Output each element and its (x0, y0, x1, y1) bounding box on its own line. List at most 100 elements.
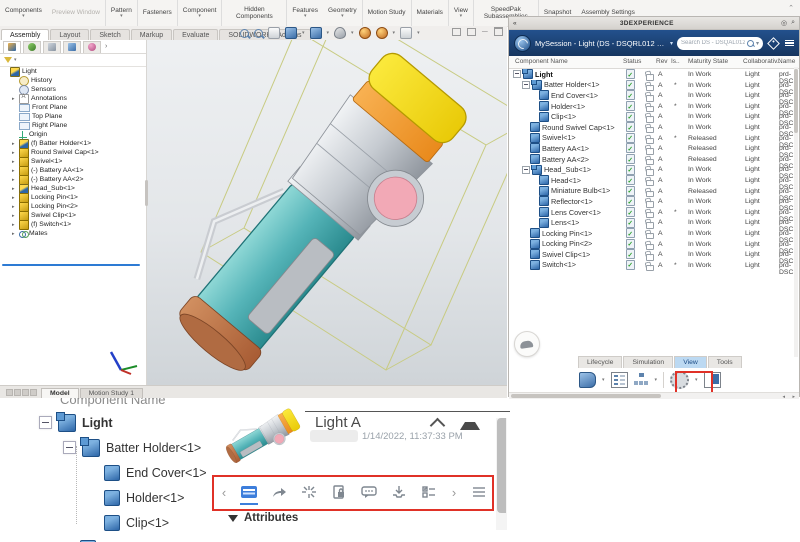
feature-tree-item-annotations[interactable]: ▸Annotations (0, 94, 146, 103)
session-label[interactable]: MySession - Light (DS - DSQRL012 - EU... (535, 39, 666, 48)
list-view-icon[interactable] (611, 372, 628, 388)
tag-icon[interactable] (767, 37, 780, 50)
dropdown-arrow-icon[interactable]: ▾ (655, 378, 658, 383)
feature-tree-item-top-plane[interactable]: Top Plane (0, 112, 146, 121)
structure-view-icon[interactable] (634, 373, 649, 387)
expand-box-icon[interactable] (39, 416, 52, 429)
popup-scrollbar[interactable] (496, 418, 507, 530)
dx-search-input[interactable]: Search DS - DSQAL012 ▾ (677, 37, 763, 50)
restore-icon[interactable] (494, 27, 503, 36)
rollback-bar[interactable] (2, 264, 140, 266)
dropdown-arrow-icon[interactable]: ▾ (393, 31, 396, 36)
dx-row-lens-cover-1[interactable]: Lens Cover<1>A*In WorkLightprd-DSC (509, 207, 799, 218)
dx-row-batter-holder-1[interactable]: Batter Holder<1>A*In WorkLightprd-DSC (509, 80, 799, 91)
tab-sketch[interactable]: Sketch (90, 29, 129, 40)
dx-row-switch-1[interactable]: Switch<1>A*In WorkLightprd-DSC (509, 260, 799, 271)
expand-arrow-icon[interactable]: ▸ (12, 222, 17, 228)
pin-icon[interactable]: ⌕ (791, 19, 795, 27)
expand-arrow-icon[interactable]: ▸ (12, 204, 17, 210)
dx-row-clip-1[interactable]: Clip<1>AIn WorkLightprd-DSC (509, 111, 799, 122)
dx-row-lens-1[interactable]: Lens<1>AIn WorkLightprd-DSC (509, 217, 799, 228)
component-display-icon[interactable] (579, 372, 596, 388)
graphics-area[interactable] (146, 40, 507, 385)
display-style-icon[interactable] (310, 27, 322, 39)
more-tabs-icon[interactable]: › (105, 43, 107, 50)
3dcompass-icon[interactable] (514, 35, 531, 52)
settings-icon[interactable]: ◎ (781, 19, 787, 27)
panel-splitter[interactable] (145, 180, 148, 206)
dx-row-head-1[interactable]: Head<1>AIn WorkLightprd-DSC (509, 175, 799, 186)
scroll-left-icon[interactable]: ◂ (782, 394, 785, 400)
view-orientation-icon[interactable] (285, 27, 297, 39)
feature-tree-item-right-plane[interactable]: Right Plane (0, 121, 146, 130)
tab-scroll-buttons[interactable] (6, 389, 37, 396)
toolbar-pattern[interactable]: Pattern▾ (105, 0, 137, 26)
dx-row-light[interactable]: LightAIn WorkLightprd-DSC (509, 69, 799, 80)
appearance-icon[interactable] (359, 27, 371, 39)
dx-tab-tools[interactable]: Tools (708, 356, 742, 368)
dx-vertical-scrollbar[interactable] (794, 67, 798, 357)
zoom-fit-icon[interactable] (240, 29, 249, 38)
scene-icon[interactable] (376, 27, 388, 39)
feature-tree-item-front-plane[interactable]: Front Plane (0, 103, 146, 112)
dropdown-arrow-icon[interactable]: ▾ (327, 31, 330, 36)
feature-tree-item-swivel-clip-1[interactable]: ▸Swivel Clip<1> (0, 211, 146, 220)
tab-configurations[interactable] (43, 41, 61, 53)
cascade-icon[interactable] (467, 28, 476, 36)
toolbar-components[interactable]: Components▾ (0, 0, 47, 26)
toolbar-features[interactable]: Features▾ (286, 0, 323, 26)
feature-tree-item-locking-pin-1[interactable]: ▸Locking Pin<1> (0, 193, 146, 202)
dx-tab-simulation[interactable]: Simulation (623, 356, 673, 368)
tab-featuremanager[interactable] (3, 41, 21, 53)
col-component-name[interactable]: Component Name (515, 58, 568, 65)
collapse-toolbar-icon[interactable]: ⌃ (788, 4, 794, 12)
toolbar-preview-window[interactable]: Preview Window (47, 0, 105, 26)
dx-row-reflector-1[interactable]: Reflector<1>AIn WorkLightprd-DSC (509, 196, 799, 207)
col-maturity-state[interactable]: Maturity State (688, 58, 728, 65)
expand-box-icon[interactable] (522, 166, 530, 174)
feature-tree-item-mates[interactable]: ▸Mates (0, 229, 146, 238)
dx-horizontal-scrollbar[interactable]: ◂ ▸ (509, 392, 799, 399)
search-icon[interactable] (747, 40, 754, 47)
pin-popup-icon[interactable] (460, 422, 480, 430)
feature-tree-item-f-batter-holder-1[interactable]: ▸(f) Batter Holder<1> (0, 139, 146, 148)
feature-tree-item-swivel-1[interactable]: ▸Swivel<1> (0, 157, 146, 166)
feature-tree-item-locking-pin-2[interactable]: ▸Locking Pin<2> (0, 202, 146, 211)
feature-tree-item-battery-aa-1[interactable]: ▸(-) Battery AA<1> (0, 166, 146, 175)
tab-appearances[interactable] (83, 41, 101, 53)
dx-row-locking-pin-2[interactable]: Locking Pin<2>AIn WorkLightprd-DSC (509, 239, 799, 250)
zoom-area-icon[interactable] (254, 29, 263, 38)
assistant-icon[interactable] (514, 331, 540, 357)
dx-row-holder-1[interactable]: Holder<1>A*In WorkLightprd-DSC (509, 101, 799, 112)
expand-arrow-icon[interactable]: ▸ (12, 231, 17, 237)
dx-row-swivel-1[interactable]: Swivel<1>A*ReleasedLightprd-DSC (509, 133, 799, 144)
dropdown-arrow-icon[interactable]: ▾ (417, 31, 420, 36)
menu-icon[interactable] (785, 38, 794, 48)
dropdown-arrow-icon[interactable]: ▾ (302, 31, 305, 36)
expand-arrow-icon[interactable]: ▸ (12, 150, 17, 156)
toolbar-component[interactable]: Component▾ (177, 0, 222, 26)
expand-arrow-icon[interactable]: ▸ (12, 96, 17, 102)
toolbar-motion-study[interactable]: Motion Study (362, 0, 411, 26)
col-status[interactable]: Status (623, 58, 641, 65)
toolbar-view[interactable]: View▾ (448, 0, 473, 26)
expand-arrow-icon[interactable]: ▸ (12, 195, 17, 201)
feature-tree-item-light[interactable]: Light (0, 67, 146, 76)
feature-tree-item-history[interactable]: History (0, 76, 146, 85)
dx-row-locking-pin-1[interactable]: Locking Pin<1>AIn WorkLightprd-DSC (509, 228, 799, 239)
expand-box-icon[interactable] (63, 441, 76, 454)
expand-arrow-icon[interactable]: ▸ (12, 141, 17, 147)
dx-tab-view[interactable]: View (674, 356, 707, 368)
section-view-icon[interactable] (268, 27, 280, 39)
scroll-right-icon[interactable]: ▸ (792, 394, 795, 400)
search-dropdown-icon[interactable]: ▾ (756, 40, 759, 47)
attributes-section-header[interactable]: Attributes (228, 512, 298, 524)
tab-layout[interactable]: Layout (50, 29, 89, 40)
dx-row-swivel-clip-1[interactable]: Swivel Clip<1>AIn WorkLightprd-DSC (509, 249, 799, 260)
bottom-tab-motion-study-1[interactable]: Motion Study 1 (80, 388, 143, 398)
tab-dimxpert[interactable] (63, 41, 81, 53)
feature-tree-item-round-swivel-cap-1[interactable]: ▸Round Swivel Cap<1> (0, 148, 146, 157)
feature-tree-item-head-sub-1[interactable]: ▸Head_Sub<1> (0, 184, 146, 193)
hide-show-icon[interactable] (334, 27, 346, 39)
toolbar-fasteners[interactable]: Fasteners (137, 0, 177, 26)
